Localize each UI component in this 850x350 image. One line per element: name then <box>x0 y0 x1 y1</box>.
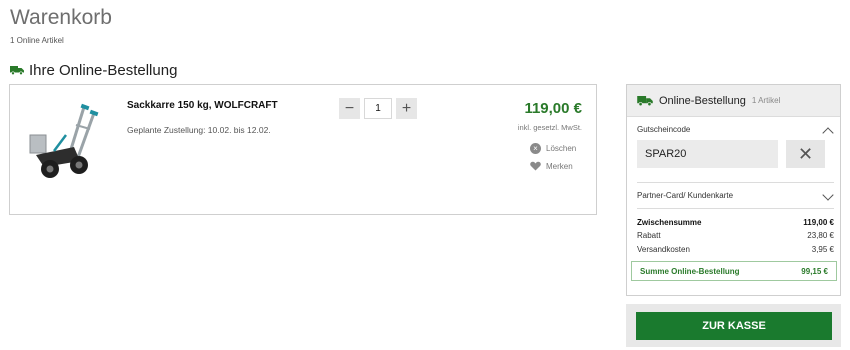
coupon-input[interactable]: SPAR20 <box>637 140 778 168</box>
shipping-row: Versandkosten 3,95 € <box>637 245 834 254</box>
close-icon: ✕ <box>797 143 814 164</box>
subtotal-value: 119,00 € <box>803 218 834 227</box>
total-value: 99,15 € <box>801 266 828 276</box>
delete-icon: × <box>530 143 541 154</box>
summary-header: Online-Bestellung 1 Artikel <box>627 85 840 117</box>
chevron-up-icon[interactable] <box>822 127 834 139</box>
summary-title: Online-Bestellung <box>659 94 746 107</box>
save-label: Merken <box>546 161 573 171</box>
page-title: Warenkorb <box>10 6 112 29</box>
discount-row: Rabatt 23,80 € <box>637 231 834 240</box>
delete-label: Löschen <box>546 144 577 153</box>
summary-item-count: 1 Artikel <box>751 96 781 105</box>
shipping-value: 3,95 € <box>811 245 834 254</box>
truck-icon <box>637 95 653 106</box>
order-total: Summe Online-Bestellung 99,15 € <box>631 261 837 281</box>
discount-value: 23,80 € <box>807 231 834 240</box>
truck-icon <box>10 66 24 75</box>
subtotal-label: Zwischensumme <box>637 218 702 227</box>
save-for-later-button[interactable]: Merken <box>530 161 573 171</box>
partner-card-toggle[interactable]: Partner-Card/ Kundenkarte <box>637 191 733 200</box>
clear-coupon-button[interactable]: ✕ <box>786 140 825 168</box>
subtotal-row: Zwischensumme 119,00 € <box>637 218 834 227</box>
divider <box>637 182 834 183</box>
plus-icon: + <box>401 99 412 117</box>
increase-quantity-button[interactable]: + <box>396 98 417 119</box>
heart-icon <box>530 161 541 171</box>
order-summary: Online-Bestellung 1 Artikel Gutscheincod… <box>626 84 841 296</box>
product-image[interactable] <box>24 103 106 183</box>
shipping-label: Versandkosten <box>637 245 690 254</box>
cart-item: Sackkarre 150 kg, WOLFCRAFT Geplante Zus… <box>9 84 597 215</box>
quantity-stepper: − 1 + <box>339 98 417 119</box>
vat-note: inkl. gesetzl. MwSt. <box>517 123 582 132</box>
total-label: Summe Online-Bestellung <box>640 266 740 276</box>
chevron-down-icon[interactable] <box>822 189 834 201</box>
page-subtitle: 1 Online Artikel <box>10 36 64 45</box>
divider <box>637 208 834 209</box>
checkout-panel: ZUR KASSE <box>626 304 841 347</box>
decrease-quantity-button[interactable]: − <box>339 98 360 119</box>
checkout-button[interactable]: ZUR KASSE <box>636 312 832 340</box>
product-name[interactable]: Sackkarre 150 kg, WOLFCRAFT <box>127 100 278 111</box>
section-header: Ihre Online-Bestellung <box>10 62 177 79</box>
section-title: Ihre Online-Bestellung <box>29 62 178 79</box>
delete-button[interactable]: × Löschen <box>530 143 576 154</box>
quantity-input[interactable]: 1 <box>364 98 392 119</box>
minus-icon: − <box>344 99 355 117</box>
discount-label: Rabatt <box>637 231 661 240</box>
item-price: 119,00 € <box>524 100 582 117</box>
coupon-label: Gutscheincode <box>637 125 691 134</box>
delivery-info: Geplante Zustellung: 10.02. bis 12.02. <box>127 125 271 135</box>
